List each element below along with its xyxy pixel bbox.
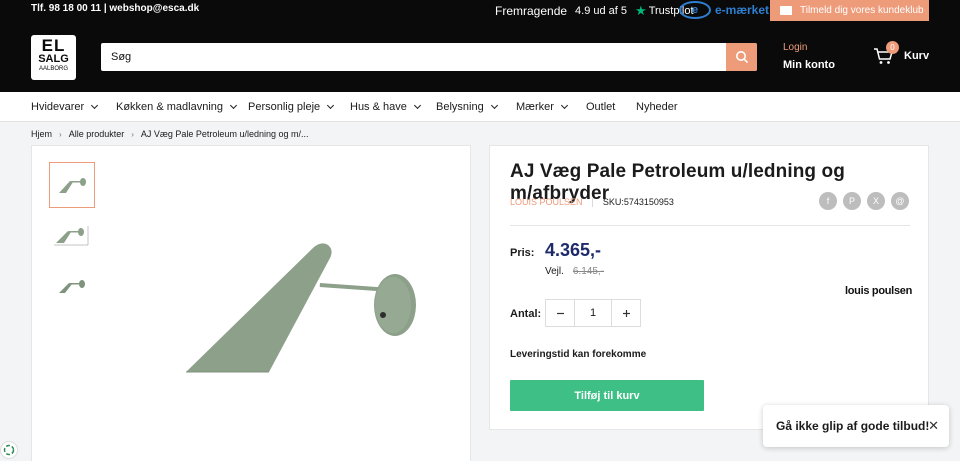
- nav-item-outlet[interactable]: Outlet: [586, 101, 615, 113]
- nav-item-nyheder[interactable]: Nyheder: [636, 101, 678, 113]
- nav-item-hvidevarer[interactable]: Hvidevarer: [31, 101, 99, 113]
- breadcrumb-home[interactable]: Hjem: [31, 129, 52, 139]
- star-icon: ★: [635, 3, 647, 18]
- vendor-link[interactable]: LOUIS POULSEN: [510, 197, 583, 207]
- account-menu[interactable]: Login Min konto: [783, 42, 835, 71]
- logo-line-1: EL: [41, 36, 66, 55]
- chevron-down-icon: [327, 101, 335, 110]
- search-input[interactable]: [101, 51, 721, 63]
- contact-info[interactable]: Tlf. 98 18 00 11 | webshop@esca.dk: [31, 3, 199, 14]
- nav-label: Hus & have: [350, 101, 407, 113]
- trustpilot-rating[interactable]: Fremragende 4.9 ud af 5 ★ Trustpilot: [495, 3, 694, 19]
- nav-label: Hvidevarer: [31, 101, 85, 113]
- chevron-right-icon: ›: [59, 129, 62, 139]
- quantity-input[interactable]: 1: [574, 300, 612, 326]
- chevron-right-icon: ›: [131, 129, 134, 139]
- meta-divider: |: [591, 197, 594, 207]
- main-navigation: Hvidevarer Køkken & madlavning Personlig…: [0, 92, 960, 122]
- price-label: Pris:: [510, 247, 535, 259]
- nav-label: Køkken & madlavning: [116, 101, 223, 113]
- recommended-price: Vejl. 6.145,-: [545, 266, 604, 277]
- logo-line-3: AALBORG: [38, 66, 68, 72]
- plus-icon: [622, 309, 630, 317]
- pinterest-icon[interactable]: P: [843, 192, 861, 210]
- minus-icon: [556, 312, 564, 314]
- offers-popup[interactable]: Gå ikke glip af gode tilbud! ✕: [763, 405, 949, 447]
- email-icon[interactable]: @: [891, 192, 909, 210]
- nav-item-hus-have[interactable]: Hus & have: [350, 101, 421, 113]
- product-meta: LOUIS POULSEN | SKU:5743150953: [510, 197, 674, 207]
- header: EL SALG AALBORG Login Min konto 0 Kurv: [0, 22, 960, 92]
- login-link[interactable]: Login: [783, 42, 835, 53]
- breadcrumb: Hjem › Alle produkter › AJ Væg Pale Petr…: [31, 129, 308, 139]
- decrease-quantity-button[interactable]: [546, 300, 574, 326]
- quantity-label: Antal:: [510, 308, 542, 320]
- chevron-down-icon: [413, 101, 421, 110]
- thumbnail-1[interactable]: [49, 162, 95, 208]
- emark-icon: e: [679, 1, 711, 19]
- quantity-stepper: 1: [545, 299, 641, 327]
- newsletter-club-button[interactable]: Tilmeld dig vores kundeklub: [770, 0, 929, 21]
- delivery-info: Leveringstid kan forekomme: [510, 349, 647, 360]
- breadcrumb-all-products[interactable]: Alle produkter: [69, 129, 125, 139]
- thumbnail-2[interactable]: [49, 212, 95, 258]
- cart-label: Kurv: [904, 50, 930, 62]
- mail-icon: [780, 6, 792, 15]
- lamp-thumbnail-image: [59, 280, 85, 293]
- thumbnail-3[interactable]: [49, 262, 95, 308]
- my-account-link[interactable]: Min konto: [783, 59, 835, 71]
- product-price: 4.365,-: [545, 240, 602, 260]
- nav-item-koekken[interactable]: Køkken & madlavning: [116, 101, 238, 113]
- lamp-dimension-thumbnail-image: [54, 226, 89, 246]
- nav-label: Belysning: [436, 101, 484, 113]
- product-main-image: [186, 243, 416, 373]
- cart-icon: 0: [873, 41, 899, 65]
- product-sku: SKU:5743150953: [602, 197, 674, 207]
- product-gallery: [31, 145, 471, 461]
- emark-badge[interactable]: e e-mærket: [679, 0, 769, 20]
- x-twitter-icon[interactable]: X: [867, 192, 885, 210]
- cart-button[interactable]: 0 Kurv: [873, 41, 930, 65]
- search-button[interactable]: [726, 43, 757, 71]
- chevron-down-icon: [91, 101, 99, 110]
- chevron-down-icon: [229, 101, 238, 110]
- increase-quantity-button[interactable]: [612, 300, 640, 326]
- search-icon: [735, 51, 748, 64]
- nav-item-belysning[interactable]: Belysning: [436, 101, 498, 113]
- divider: [510, 225, 910, 226]
- nav-item-maerker[interactable]: Mærker: [516, 101, 568, 113]
- club-label: Tilmeld dig vores kundeklub: [800, 5, 924, 16]
- nav-label: Personlig pleje: [248, 101, 321, 113]
- emark-label: e-mærket: [715, 3, 770, 17]
- lamp-thumbnail-image: [59, 178, 86, 193]
- accessibility-widget-button[interactable]: [0, 441, 18, 459]
- breadcrumb-current: AJ Væg Pale Petroleum u/ledning og m/...: [140, 129, 309, 139]
- brand-logo[interactable]: louis poulsen: [845, 285, 912, 297]
- top-bar: Tlf. 98 18 00 11 | webshop@esca.dk Fremr…: [0, 0, 960, 22]
- nav-label: Nyheder: [636, 101, 678, 113]
- rrp-value: 6.145,-: [572, 266, 605, 277]
- popup-text: Gå ikke glip af gode tilbud!: [776, 419, 930, 433]
- add-to-cart-button[interactable]: Tilføj til kurv: [510, 380, 704, 411]
- cart-count-badge: 0: [886, 41, 899, 54]
- share-buttons: f P X @: [819, 192, 909, 210]
- nav-label: Mærker: [516, 101, 554, 113]
- search-bar: [101, 43, 757, 71]
- close-icon[interactable]: ✕: [928, 418, 939, 434]
- nav-label: Outlet: [586, 101, 616, 113]
- facebook-icon[interactable]: f: [819, 192, 837, 210]
- rating-score: 4.9 ud af 5: [575, 5, 628, 17]
- rrp-label: Vejl.: [545, 266, 564, 277]
- nav-item-personlig-pleje[interactable]: Personlig pleje: [248, 101, 335, 113]
- chevron-down-icon: [560, 101, 568, 110]
- rating-word: Fremragende: [495, 4, 568, 18]
- site-logo[interactable]: EL SALG AALBORG: [31, 35, 76, 80]
- product-info-panel: AJ Væg Pale Petroleum u/ledning og m/afb…: [489, 145, 929, 430]
- recycle-icon: [3, 444, 15, 456]
- logo-line-2: SALG: [38, 53, 69, 65]
- chevron-down-icon: [490, 101, 498, 110]
